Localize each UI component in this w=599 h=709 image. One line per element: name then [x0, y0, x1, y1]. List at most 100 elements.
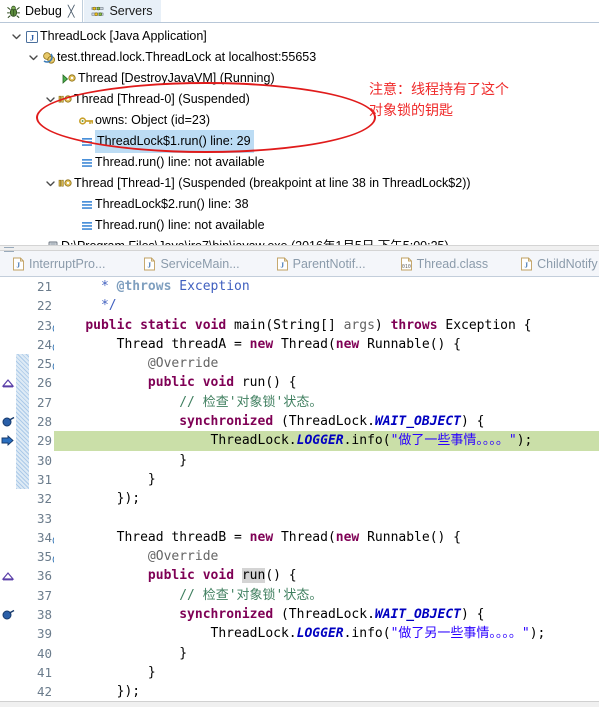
code-line[interactable]: // 检查'对象锁'状态。	[54, 393, 599, 412]
tree-row-stackframe-threadlock1-run[interactable]: ThreadLock$1.run() line: 29	[0, 130, 599, 153]
tree-row-label: ThreadLock [Java Application]	[40, 29, 207, 43]
code-line[interactable]: // 检查'对象锁'状态。	[54, 586, 599, 605]
code-token: () {	[265, 568, 297, 584]
tree-row-stackframe-thread-run-b[interactable]: Thread.run() line: not available	[0, 215, 599, 236]
line-number: 42	[36, 684, 52, 700]
code-token: (ThreadLock.	[273, 607, 375, 623]
code-line[interactable]: }	[54, 470, 599, 489]
code-line[interactable]: ThreadLock.LOGGER.info("做了另一些事情。。。。");	[54, 624, 599, 643]
debug-view-tree[interactable]: J ThreadLock [Java Application] test.thr…	[0, 23, 599, 245]
code-line[interactable]: Thread threadA = new Thread(new Runnable…	[54, 335, 599, 354]
tree-row-process[interactable]: D:\Program Files\Java\jre7\bin\javaw.exe…	[0, 236, 599, 245]
code-line-text: public static void main(String[] args) t…	[54, 318, 531, 333]
code-token: */	[100, 298, 117, 314]
line-number: 28	[36, 414, 52, 430]
thread-running-icon	[61, 72, 78, 86]
code-token: ) {	[461, 607, 485, 623]
code-line[interactable]: @Override	[54, 354, 599, 373]
code-line[interactable]: */	[54, 296, 599, 315]
tree-row-label: ThreadLock$2.run() line: 38	[95, 197, 249, 211]
code-editor[interactable]: 21 22 23 24 25 26 27 28 29 30 31 32 33 34 35 36 37 38 39 40…	[0, 277, 599, 707]
code-line[interactable]: public void run() {	[54, 373, 599, 392]
line-number: 40	[36, 645, 52, 661]
source-code-area[interactable]: * @throws Exception */ public static voi…	[54, 277, 599, 707]
tree-row-thread-0[interactable]: Thread [Thread-0] (Suspended)	[0, 89, 599, 110]
line-number: 33	[36, 510, 52, 526]
tree-row-launch[interactable]: J ThreadLock [Java Application]	[0, 26, 599, 47]
editor-tab-interruptpro[interactable]: J InterruptPro...	[0, 251, 115, 276]
close-icon[interactable]: ╳	[68, 5, 75, 18]
code-line[interactable]: }	[54, 451, 599, 470]
chevron-down-icon[interactable]	[10, 30, 23, 43]
code-line[interactable]: Thread threadB = new Thread(new Runnable…	[54, 528, 599, 547]
code-line[interactable]: });	[54, 489, 599, 508]
code-line[interactable]: synchronized (ThreadLock.WAIT_OBJECT) {	[54, 605, 599, 624]
tab-servers[interactable]: Servers	[83, 0, 161, 22]
chevron-down-icon[interactable]	[27, 51, 40, 64]
code-token: *	[100, 279, 117, 294]
editor-tab-thread-class[interactable]: 010 Thread.class	[376, 251, 499, 276]
code-line[interactable]: }	[54, 663, 599, 682]
code-line-text: Thread threadB = new Thread(new Runnable…	[54, 530, 461, 545]
code-line[interactable]: });	[54, 682, 599, 701]
code-line[interactable]: @Override	[54, 547, 599, 566]
horizontal-scrollbar[interactable]	[0, 701, 599, 707]
editor-tab-servicemain[interactable]: J ServiceMain...	[115, 251, 249, 276]
tree-row-label: Thread [Thread-0] (Suspended)	[74, 92, 250, 106]
annotation-text: 注意：线程持有了这个 对象锁的钥匙	[369, 80, 509, 122]
code-line[interactable]: synchronized (ThreadLock.WAIT_OBJECT) {	[54, 412, 599, 431]
chevron-down-icon[interactable]	[44, 93, 57, 106]
code-line[interactable]: public static void main(String[] args) t…	[54, 316, 599, 335]
tree-row-thread-destroyjavavm[interactable]: Thread [DestroyJavaVM] (Running)	[0, 68, 599, 89]
code-token: throws	[390, 317, 438, 333]
code-line[interactable]	[54, 509, 599, 528]
line-number: 30	[36, 452, 52, 468]
tab-debug[interactable]: Debug ╳	[0, 0, 84, 22]
breakpoint-icon[interactable]	[1, 605, 15, 624]
tree-row-owns-monitor[interactable]: owns: Object (id=23)	[0, 110, 599, 131]
override-indicator-icon[interactable]	[1, 567, 15, 586]
tab-servers-label: Servers	[109, 3, 153, 18]
line-number: 39	[36, 626, 52, 642]
instruction-pointer-icon[interactable]	[1, 431, 15, 450]
tree-row-label: Thread [DestroyJavaVM] (Running)	[78, 71, 275, 85]
editor-tab-parentnotif[interactable]: J ParentNotif...	[250, 251, 376, 276]
code-line-text: }	[54, 665, 156, 680]
code-token: // 检查'对象锁'状态。	[179, 587, 323, 603]
annotation-line-2: 对象锁的钥匙	[369, 103, 453, 119]
view-splitter[interactable]	[0, 245, 599, 252]
breakpoint-icon[interactable]	[1, 412, 15, 431]
editor-tab-childnotify[interactable]: J ChildNotify	[498, 251, 599, 276]
line-number: 29	[36, 433, 52, 449]
tree-row-stackframe-thread-run-a[interactable]: Thread.run() line: not available	[0, 152, 599, 173]
code-token: );	[516, 433, 533, 449]
code-line-text: // 检查'对象锁'状态。	[54, 588, 322, 603]
line-number: 32	[36, 491, 52, 507]
code-token: Thread threadB =	[54, 529, 250, 545]
code-token: WAIT_OBJECT	[374, 414, 461, 430]
code-token: }	[54, 645, 188, 661]
code-line[interactable]: * @throws Exception	[54, 277, 599, 296]
line-number: 23	[16, 316, 63, 335]
tree-row-stackframe-threadlock2-run[interactable]: ThreadLock$2.run() line: 38	[0, 194, 599, 215]
code-line-text: });	[54, 491, 140, 506]
svg-text:J: J	[280, 261, 284, 269]
tree-row-debug-target[interactable]: test.thread.lock.ThreadLock at localhost…	[0, 47, 599, 68]
code-line-text: // 检查'对象锁'状态。	[54, 395, 322, 410]
editor-marker-ruler[interactable]	[0, 277, 16, 707]
chevron-down-icon[interactable]	[44, 177, 57, 190]
tab-debug-label: Debug	[25, 3, 62, 18]
override-indicator-icon[interactable]	[1, 374, 15, 393]
editor-tab-label: ServiceMain...	[160, 256, 240, 271]
code-line-text: */	[54, 298, 117, 313]
code-line[interactable]: ThreadLock.LOGGER.info("做了一些事情。。。。");	[54, 431, 599, 451]
code-token: "做了一些事情。。。。"	[390, 433, 517, 449]
tree-row-thread-1[interactable]: Thread [Thread-1] (Suspended (breakpoint…	[0, 173, 599, 194]
code-token: Exception {	[437, 317, 532, 333]
code-line[interactable]: public void run() {	[54, 566, 599, 585]
code-token: public void	[147, 568, 235, 584]
code-line[interactable]: }	[54, 644, 599, 663]
tree-row-label: ThreadLock$1.run() line: 29	[95, 130, 254, 153]
code-token: Runnable() {	[359, 336, 462, 352]
